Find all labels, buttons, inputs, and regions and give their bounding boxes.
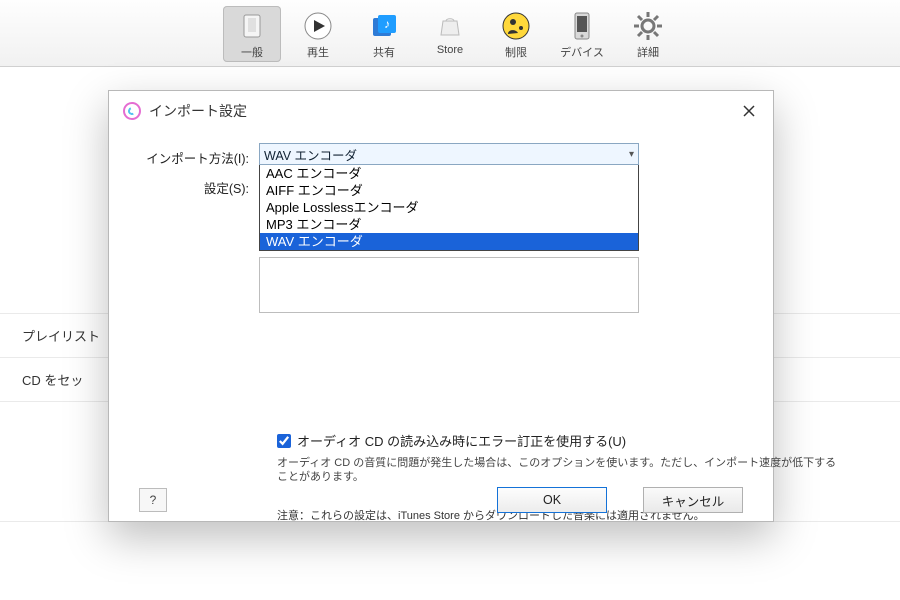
cancel-button[interactable]: キャンセル xyxy=(643,487,743,513)
settings-detail-box xyxy=(259,257,639,313)
preferences-toolbar: 一般 再生 ♪ 共有 Store 制限 デバイス 詳細 xyxy=(0,0,900,67)
tab-store[interactable]: Store xyxy=(421,6,479,62)
general-icon xyxy=(236,10,268,42)
device-icon xyxy=(566,10,598,42)
error-correction-row: オーディオ CD の読み込み時にエラー訂正を使用する(U) オーディオ CD の… xyxy=(277,431,837,484)
encoder-option[interactable]: Apple Losslessエンコーダ xyxy=(260,199,638,216)
restrictions-icon xyxy=(500,10,532,42)
tab-label: デバイス xyxy=(560,44,604,60)
itunes-icon xyxy=(123,102,141,120)
dialog-titlebar: インポート設定 xyxy=(109,91,773,129)
tab-label: 制限 xyxy=(505,44,527,60)
encoder-option[interactable]: AIFF エンコーダ xyxy=(260,182,638,199)
import-settings-dialog: インポート設定 インポート方法(I): 設定(S): WAV エンコーダ ▾ A… xyxy=(108,90,774,522)
tab-label: 一般 xyxy=(241,44,263,60)
encoder-option-selected[interactable]: WAV エンコーダ xyxy=(260,233,638,250)
tab-sharing[interactable]: ♪ 共有 xyxy=(355,6,413,62)
dialog-title: インポート設定 xyxy=(149,101,247,121)
tab-devices[interactable]: デバイス xyxy=(553,6,611,62)
settings-label: 設定(S): xyxy=(139,177,249,207)
tab-label: Store xyxy=(437,44,463,56)
tab-restrictions[interactable]: 制限 xyxy=(487,6,545,62)
bg-row-label: CD をセッ xyxy=(22,373,83,388)
close-button[interactable] xyxy=(739,101,759,121)
ok-label: OK xyxy=(543,493,561,507)
bg-row-label: プレイリスト xyxy=(22,329,100,344)
combo-value: WAV エンコーダ xyxy=(264,145,357,164)
checkbox-label: オーディオ CD の読み込み時にエラー訂正を使用する(U) xyxy=(297,431,626,450)
tab-label: 再生 xyxy=(307,44,329,60)
ok-button[interactable]: OK xyxy=(497,487,607,513)
dialog-body: インポート方法(I): 設定(S): WAV エンコーダ ▾ AAC エンコーダ… xyxy=(109,129,773,321)
encoder-option[interactable]: MP3 エンコーダ xyxy=(260,216,638,233)
tab-playback[interactable]: 再生 xyxy=(289,6,347,62)
cancel-label: キャンセル xyxy=(662,491,725,510)
tab-label: 詳細 xyxy=(637,44,659,60)
play-icon xyxy=(302,10,334,42)
close-icon xyxy=(743,105,755,117)
checkbox-description: オーディオ CD の音質に問題が発生した場合は、このオプションを使います。ただし… xyxy=(277,456,837,484)
tab-advanced[interactable]: 詳細 xyxy=(619,6,677,62)
dialog-button-row: ? OK キャンセル xyxy=(109,487,773,513)
tab-label: 共有 xyxy=(373,44,395,60)
help-button[interactable]: ? xyxy=(139,488,167,512)
gear-icon xyxy=(632,10,664,42)
store-icon xyxy=(434,10,466,42)
chevron-down-icon: ▾ xyxy=(629,149,634,160)
import-method-label: インポート方法(I): xyxy=(139,147,249,177)
help-label: ? xyxy=(150,493,157,507)
tab-general[interactable]: 一般 xyxy=(223,6,281,62)
svg-text:♪: ♪ xyxy=(384,17,390,31)
import-method-combo[interactable]: WAV エンコーダ ▾ xyxy=(259,143,639,165)
encoder-option[interactable]: AAC エンコーダ xyxy=(260,165,638,182)
sharing-icon: ♪ xyxy=(368,10,400,42)
import-method-dropdown: AAC エンコーダ AIFF エンコーダ Apple Losslessエンコーダ… xyxy=(259,165,639,251)
error-correction-checkbox[interactable]: オーディオ CD の読み込み時にエラー訂正を使用する(U) xyxy=(277,431,837,450)
